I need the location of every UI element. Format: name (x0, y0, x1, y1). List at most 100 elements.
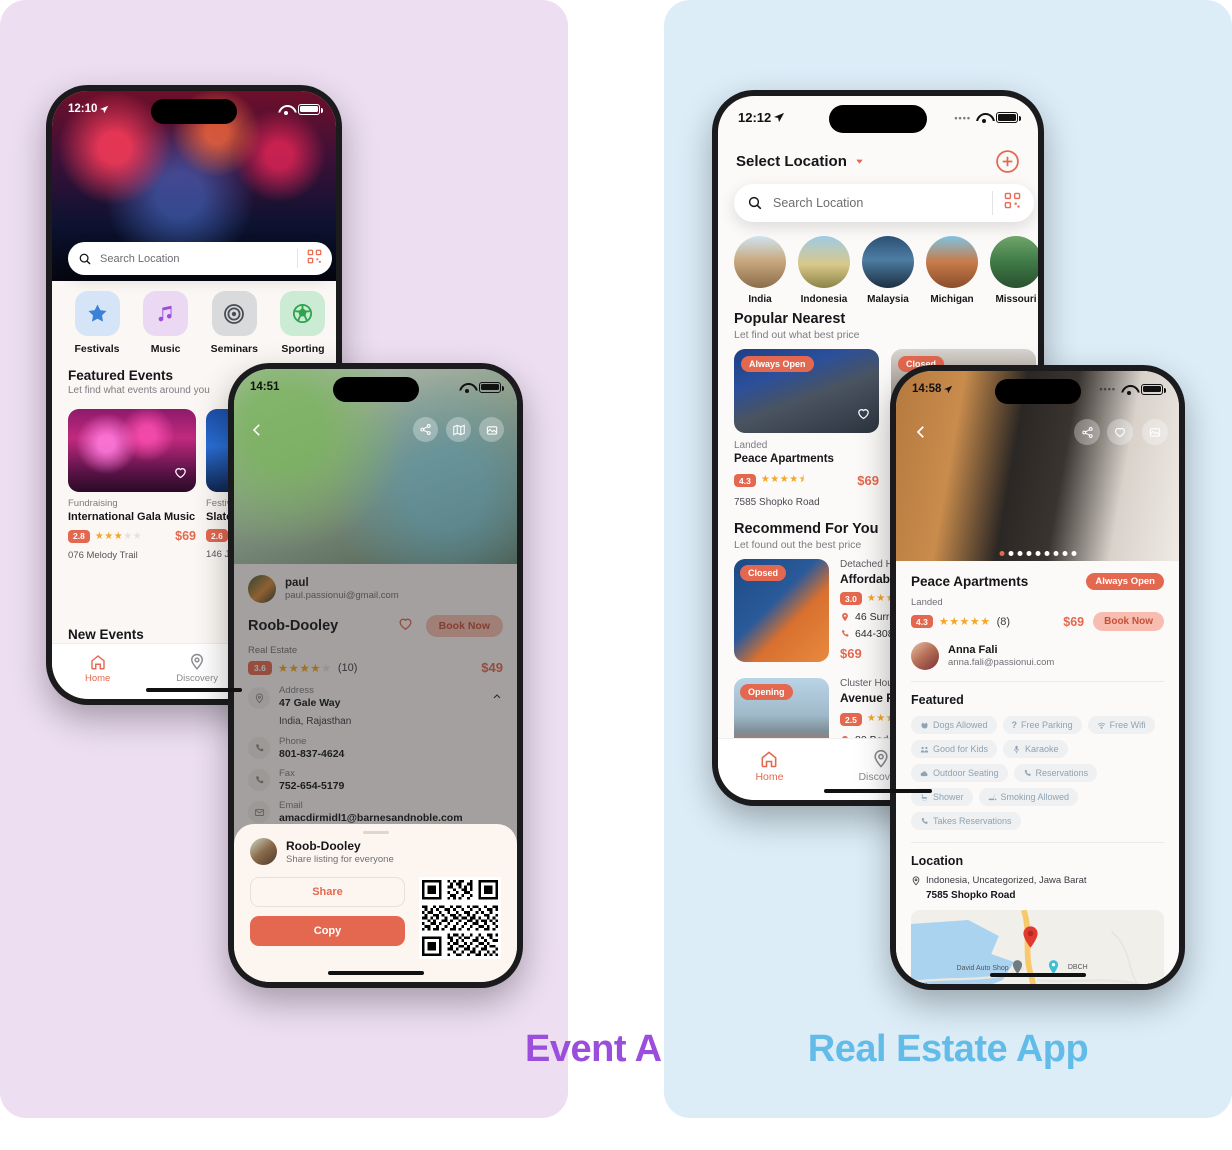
event-card[interactable]: Fundraising International Gala Music 2.8… (68, 409, 196, 561)
share-button[interactable] (413, 417, 438, 442)
real-detail-phone: 14:58 •••• Peace Apartments Always Open … (890, 365, 1185, 990)
rating-badge: 4.3 (911, 615, 933, 628)
listing-rating-row: 4.3 ★★★★★ (8) $69 Book Now (911, 612, 1164, 631)
location-malaysia[interactable]: Malaysia (862, 236, 914, 305)
real-detail-screen: 14:58 •••• Peace Apartments Always Open … (896, 371, 1179, 984)
location-region-row: Indonesia, Uncategorized, Jawa Barat (911, 875, 1164, 886)
agent-name: Anna Fali (948, 644, 998, 656)
gallery-button[interactable] (479, 417, 504, 442)
heart-icon (1115, 427, 1125, 438)
map-button[interactable] (446, 417, 471, 442)
location-pin-icon (842, 612, 848, 622)
location-selector[interactable]: Select Location (736, 153, 865, 170)
location-pin-icon (874, 749, 889, 768)
feature-reservations[interactable]: Reservations (1013, 764, 1098, 782)
home-indicator (824, 789, 932, 793)
section-subtitle: Let find out what best price (734, 329, 860, 341)
category-festivals[interactable]: Festivals (68, 291, 126, 355)
home-indicator (989, 973, 1086, 977)
event-name: International Gala Music (68, 511, 196, 523)
home-icon (90, 655, 105, 670)
rating-badge: 3.0 (840, 592, 862, 605)
feature-takes-reservations[interactable]: Takes Reservations (911, 812, 1021, 830)
back-button[interactable] (912, 423, 930, 446)
sheet-handle[interactable] (362, 831, 389, 834)
kids-icon (920, 746, 929, 752)
popular-header: Popular Nearest Let find out what best p… (734, 311, 860, 341)
battery-icon (996, 112, 1021, 123)
rating-badge: 2.5 (840, 713, 862, 726)
category-music[interactable]: Music (137, 291, 195, 355)
feature-smoking-allowed[interactable]: Smoking Allowed (978, 788, 1079, 806)
feature-good-for-kids[interactable]: Good for Kids (911, 740, 998, 758)
share-button[interactable] (1074, 419, 1100, 445)
location-image (734, 236, 786, 288)
tab-home[interactable]: Home (85, 653, 110, 684)
shower-icon (921, 793, 928, 801)
event-price: $69 (175, 529, 196, 543)
status-bar: 12:10 (52, 103, 336, 115)
feature-outdoor-seating[interactable]: Outdoor Seating (911, 764, 1008, 782)
event-address: 076 Melody Trail (68, 550, 138, 561)
back-button[interactable] (248, 421, 266, 444)
feature-dogs-allowed[interactable]: Dogs Allowed (911, 716, 997, 734)
category-label: Sporting (281, 343, 325, 355)
copy-button[interactable]: Copy (250, 916, 405, 946)
heart-icon[interactable] (856, 406, 871, 426)
pill-label: Outdoor Seating (933, 768, 999, 778)
divider (911, 842, 1164, 843)
qr-scan-icon[interactable] (1004, 192, 1021, 214)
status-badge: Always Open (741, 356, 814, 372)
share-button[interactable]: Share (250, 877, 405, 907)
category-row: Festivals Music Seminars Sporting (68, 291, 332, 355)
search-bar[interactable]: Search Location (68, 242, 332, 275)
qr-scan-icon[interactable] (307, 249, 322, 269)
pill-label: Takes Reservations (933, 816, 1012, 826)
property-image: Closed (734, 559, 829, 662)
location-arrow-icon (774, 112, 785, 123)
location-indonesia[interactable]: Indonesia (798, 236, 850, 305)
search-input[interactable]: Search Location (773, 196, 992, 210)
feature-karaoke[interactable]: Karaoke (1003, 740, 1068, 758)
status-badge: Opening (740, 684, 793, 700)
status-time: 12:10 (68, 103, 98, 115)
tab-home[interactable]: Home (755, 749, 783, 783)
header-title: Select Location (736, 153, 847, 170)
heart-icon[interactable] (173, 465, 188, 485)
book-now-button[interactable]: Book Now (1093, 612, 1164, 631)
event-detail-screen: 14:51 paul paul.passionui@gmail.com Roob… (234, 369, 517, 982)
add-button[interactable] (995, 149, 1020, 179)
status-time: 14:58 (912, 383, 942, 395)
share-icon (420, 424, 431, 435)
category-sporting[interactable]: Sporting (274, 291, 332, 355)
category-seminars[interactable]: Seminars (205, 291, 263, 355)
section-title: Recommend For You (734, 521, 879, 537)
real-estate-app-title: Real Estate App (807, 1028, 1089, 1070)
search-input[interactable]: Search Location (100, 253, 297, 265)
location-michigan[interactable]: Michigan (926, 236, 978, 305)
property-category: Landed (734, 440, 768, 451)
feature-free-parking[interactable]: ? Free Parking (1002, 716, 1082, 734)
carousel-dots[interactable] (999, 551, 1076, 556)
favorite-button[interactable] (1107, 419, 1133, 445)
listing-title: Peace Apartments (911, 574, 1029, 589)
share-title: Roob-Dooley (286, 838, 361, 853)
location-title: Location (911, 854, 964, 868)
qr-code (419, 877, 501, 959)
map-icon (452, 424, 465, 435)
tab-label: Home (84, 673, 111, 684)
location-india[interactable]: India (734, 236, 786, 305)
gallery-button[interactable] (1142, 419, 1168, 445)
wifi-icon (1097, 722, 1105, 729)
pill-label: Dogs Allowed (933, 720, 988, 730)
search-bar[interactable]: Search Location (734, 184, 1034, 222)
location-missouri[interactable]: Missouri (990, 236, 1038, 305)
star-rating: ★★★★★ (938, 616, 991, 628)
soccer-ball-icon (280, 291, 326, 336)
tab-discovery[interactable]: Discovery (176, 653, 218, 684)
property-card[interactable]: Always Open Landed Peace Apartments 4.3 … (734, 349, 879, 508)
gallery-icon (486, 425, 497, 435)
feature-free-wifi[interactable]: Free Wifi (1087, 716, 1155, 734)
location-image (990, 236, 1038, 288)
agent-row[interactable]: Anna Fali anna.fali@passionui.com (911, 642, 1164, 670)
